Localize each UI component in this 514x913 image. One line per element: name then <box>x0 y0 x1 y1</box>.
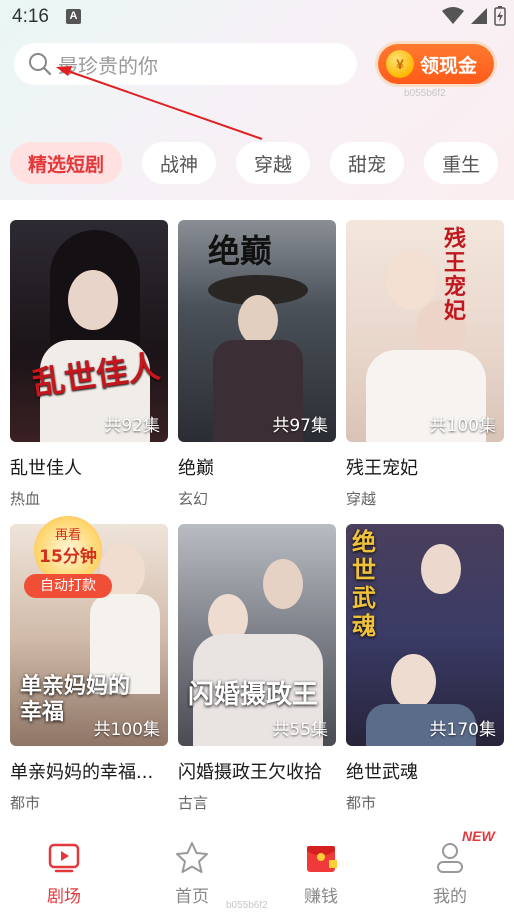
episode-count: 共170集 <box>429 720 496 740</box>
drama-genre: 都市 <box>346 794 377 812</box>
poster-logo: 残王宠妃 <box>444 227 467 324</box>
nav-profile[interactable]: 我的 <box>400 840 500 907</box>
new-tag: NEW <box>462 828 495 844</box>
drama-genre: 穿越 <box>346 490 377 508</box>
tab-war-god[interactable]: 战神 <box>142 142 217 184</box>
drama-genre: 玄幻 <box>178 490 209 508</box>
drama-title: 单亲妈妈的幸福... <box>10 762 154 783</box>
drama-card[interactable]: 绝世武魂 共170集 绝世武魂 都市 <box>346 524 504 813</box>
nav-home[interactable]: 首页 <box>142 840 242 907</box>
drama-poster[interactable]: 绝巅 共97集 <box>178 220 336 442</box>
star-icon <box>176 842 208 873</box>
nav-earn[interactable]: 赚钱 <box>271 840 371 907</box>
drama-card[interactable]: 绝巅 共97集 绝巅 玄幻 <box>178 220 336 509</box>
drama-card[interactable]: 残王宠妃 共100集 残王宠妃 穿越 <box>346 220 504 509</box>
poster-logo: 闪婚摄政王 <box>188 680 319 710</box>
tab-time-travel[interactable]: 穿越 <box>236 142 311 184</box>
drama-title: 绝巅 <box>178 458 214 479</box>
badge-auto-payout: 自动打款 <box>24 574 112 598</box>
drama-genre: 热血 <box>10 490 41 508</box>
poster-logo: 绝世武魂 <box>352 528 376 640</box>
poster-logo: 绝巅 <box>208 232 273 270</box>
badge-timer-text: 15分钟 <box>39 547 97 567</box>
drama-poster[interactable]: 残王宠妃 共100集 <box>346 220 504 442</box>
drama-poster[interactable]: 闪婚摄政王 共55集 <box>178 524 336 746</box>
person-icon <box>437 843 463 873</box>
nav-label: 赚钱 <box>304 887 338 907</box>
drama-card[interactable]: 乱世佳人 共92集 乱世佳人 热血 <box>10 220 168 509</box>
drama-title: 绝世武魂 <box>346 762 418 783</box>
tab-rebirth[interactable]: 重生 <box>424 142 499 184</box>
episode-count: 共100集 <box>93 720 160 740</box>
episode-count: 共97集 <box>272 416 328 436</box>
tab-featured[interactable]: 精选短剧 <box>10 142 123 184</box>
drama-card[interactable]: 闪婚摄政王 共55集 闪婚摄政王欠收拾 古言 <box>178 524 336 813</box>
nav-label: 剧场 <box>47 887 81 907</box>
episode-count: 共100集 <box>429 416 496 436</box>
red-envelope-icon <box>307 846 337 872</box>
drama-genre: 都市 <box>10 794 41 812</box>
drama-title: 闪婚摄政王欠收拾 <box>178 762 322 783</box>
category-tabs: 精选短剧 战神 穿越 甜宠 重生 <box>10 142 499 184</box>
tab-sweet-romance[interactable]: 甜宠 <box>330 142 405 184</box>
drama-genre: 古言 <box>178 794 209 812</box>
nav-label: 我的 <box>433 887 467 907</box>
drama-title: 残王宠妃 <box>346 458 418 479</box>
nav-theater[interactable]: 剧场 <box>14 840 114 907</box>
drama-poster[interactable]: 乱世佳人 共92集 <box>10 220 168 442</box>
badge-top-text: 再看 <box>54 528 81 543</box>
promo-badge[interactable]: 再看 15分钟 自动打款 <box>20 516 112 606</box>
watermark-bottom: b055b6f2 <box>226 900 268 911</box>
episode-count: 共55集 <box>272 720 328 740</box>
episode-count: 共92集 <box>104 416 160 436</box>
tv-icon <box>48 843 80 873</box>
drama-title: 乱世佳人 <box>10 458 82 479</box>
drama-poster[interactable]: 绝世武魂 共170集 <box>346 524 504 746</box>
